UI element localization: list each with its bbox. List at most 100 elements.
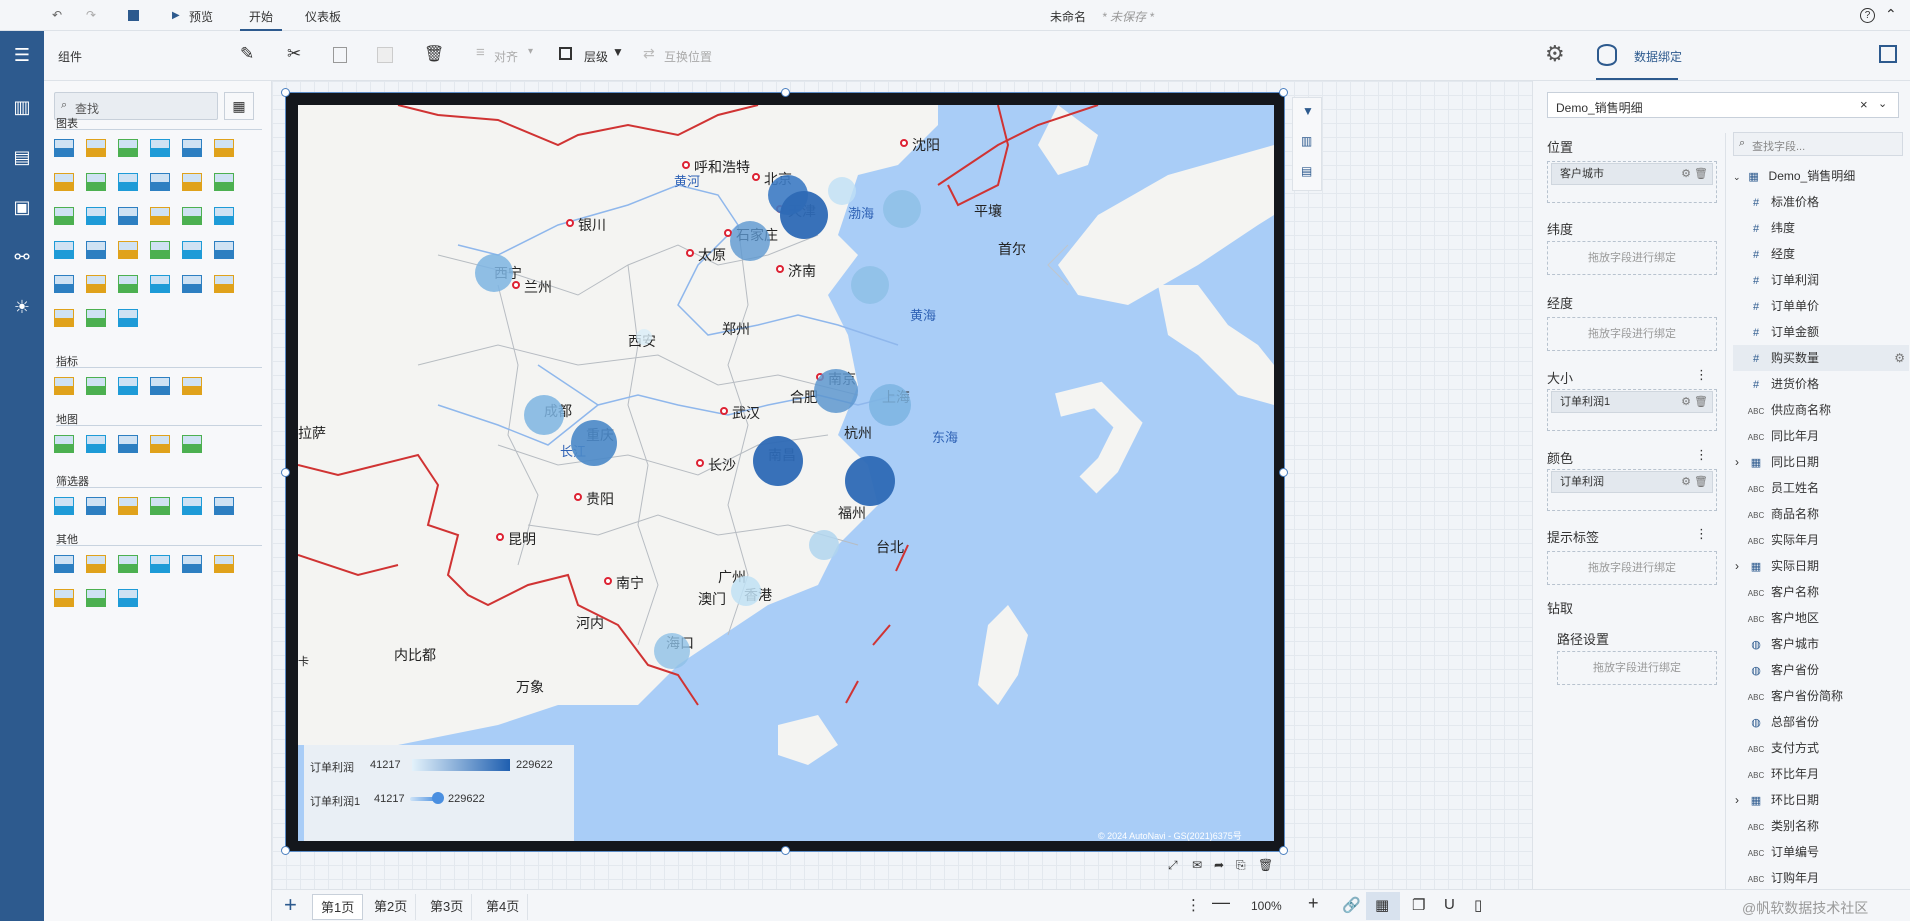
field-item[interactable]: # 订单单价 [1747, 293, 1910, 319]
field-item[interactable]: ABC 客户省份简称 [1747, 683, 1910, 709]
chip-settings-icon[interactable]: ⚙ 🗑 [1681, 164, 1708, 184]
zoom-level[interactable]: 100% [1251, 899, 1282, 913]
component-icon[interactable] [214, 497, 234, 515]
component-icon[interactable] [150, 207, 170, 225]
menu-icon[interactable]: ☰ [8, 42, 36, 68]
map-bubble[interactable] [851, 266, 889, 304]
map-bubble[interactable] [731, 576, 761, 606]
table-icon[interactable]: ▤ [1301, 164, 1312, 178]
save-icon[interactable] [128, 10, 139, 21]
field-search[interactable]: ⌕ 查找字段... [1733, 132, 1903, 156]
component-icon[interactable] [118, 555, 138, 573]
page-tab[interactable]: 第2页 [366, 894, 417, 920]
field-item[interactable]: ◍ 总部省份 [1747, 709, 1910, 735]
map-bubble[interactable] [475, 254, 513, 292]
field-item[interactable]: ABC 供应商名称 [1747, 397, 1910, 423]
map-bubble[interactable] [636, 329, 652, 345]
preview-button[interactable]: 预览 [189, 8, 213, 25]
tab-start[interactable]: 开始 [249, 8, 273, 25]
field-item[interactable]: ABC 订购年月 [1747, 865, 1910, 891]
tab-dashboard[interactable]: 仪表板 [305, 8, 341, 25]
expand-icon[interactable]: › [1735, 553, 1739, 579]
component-icon[interactable] [182, 173, 202, 191]
magnet-icon[interactable]: U [1444, 896, 1455, 913]
component-icon[interactable] [86, 241, 106, 259]
map-bubble[interactable] [730, 221, 770, 261]
chip-settings-icon[interactable]: ⚙ 🗑 [1681, 392, 1708, 412]
component-icon[interactable] [214, 555, 234, 573]
size-more-icon[interactable]: ⋮ [1695, 367, 1708, 383]
layers-icon[interactable]: ❐ [1412, 896, 1425, 914]
layer-button[interactable]: 层级 [584, 48, 608, 65]
map-bubble[interactable] [869, 384, 911, 426]
map-bubble[interactable] [780, 191, 828, 239]
chart-type-icon[interactable]: ▥ [1301, 134, 1312, 148]
chart-nav-icon[interactable]: ▥ [8, 94, 36, 120]
map-bubble[interactable] [814, 369, 858, 413]
field-item[interactable]: › ▦ 环比日期 [1735, 787, 1910, 813]
component-icon[interactable] [182, 435, 202, 453]
component-icon[interactable] [86, 207, 106, 225]
component-icon[interactable] [86, 555, 106, 573]
grid-view-icon[interactable]: ▦ [224, 92, 254, 120]
field-item[interactable]: ABC 类别名称 [1747, 813, 1910, 839]
component-icon[interactable] [150, 139, 170, 157]
mobile-icon[interactable]: ▯ [1474, 896, 1482, 914]
component-icon[interactable] [86, 275, 106, 293]
map-bubble[interactable] [524, 395, 564, 435]
bulb-nav-icon[interactable]: ☀ [8, 294, 36, 320]
field-item[interactable]: ABC 同比年月 [1747, 423, 1910, 449]
fullscreen-icon[interactable]: ⤢ [1168, 858, 1178, 873]
field-settings-icon[interactable]: ⚙ [1894, 345, 1905, 371]
dataset-select[interactable]: Demo_销售明细 × ⌄ [1547, 92, 1899, 118]
delete-icon[interactable]: 🗑 [424, 44, 444, 64]
swap-button[interactable]: 互换位置 [664, 48, 712, 65]
field-item[interactable]: ABC 支付方式 [1747, 735, 1910, 761]
component-icon[interactable] [86, 139, 106, 157]
zoom-in-icon[interactable]: + [1308, 893, 1319, 914]
link-icon[interactable]: 🔗 [1342, 896, 1361, 914]
field-item[interactable]: # 经度 [1747, 241, 1910, 267]
component-icon[interactable] [150, 497, 170, 515]
component-icon[interactable] [118, 173, 138, 191]
component-icon[interactable] [54, 497, 74, 515]
field-item[interactable]: ABC 环比年月 [1747, 761, 1910, 787]
field-item[interactable]: ABC 客户地区 [1747, 605, 1910, 631]
map-bubble[interactable] [753, 436, 803, 486]
swap-icon[interactable]: ⇄ [643, 45, 655, 62]
expand-icon[interactable]: › [1735, 449, 1739, 475]
component-icon[interactable] [118, 309, 138, 327]
add-page-icon[interactable]: + [284, 892, 297, 918]
component-icon[interactable] [182, 241, 202, 259]
component-icon[interactable] [150, 377, 170, 395]
window-nav-icon[interactable]: ▣ [8, 194, 36, 220]
cut-icon[interactable]: ✂ [287, 44, 301, 64]
component-icon[interactable] [118, 275, 138, 293]
component-icon[interactable] [182, 275, 202, 293]
field-item[interactable]: # 订单利润 [1747, 267, 1910, 293]
field-tree-root[interactable]: ⌄ ▦ Demo_销售明细 [1733, 163, 1909, 189]
clear-icon[interactable]: × [1860, 97, 1868, 112]
field-item[interactable]: # 进货价格 [1747, 371, 1910, 397]
collapse-icon[interactable]: ⌃ [1885, 6, 1897, 23]
data-binding-tab[interactable]: 数据绑定 [1634, 48, 1682, 65]
component-icon[interactable] [182, 377, 202, 395]
field-item[interactable]: ABC 客户名称 [1747, 579, 1910, 605]
component-icon[interactable] [150, 275, 170, 293]
component-icon[interactable] [182, 555, 202, 573]
map-bubble[interactable] [571, 420, 617, 466]
component-search-input[interactable]: 查找 [75, 100, 99, 117]
field-item[interactable]: # 标准价格 [1747, 189, 1910, 215]
help-icon[interactable]: ? [1860, 8, 1875, 23]
component-icon[interactable] [150, 241, 170, 259]
align-dropdown-icon[interactable]: ▾ [528, 46, 533, 57]
map-view[interactable]: 黄河渤海黄海东海长江 北京天津石家庄呼和浩特沈阳银川太原济南西宁兰州郑州西安南京… [298, 105, 1274, 841]
align-button[interactable]: 对齐 [494, 48, 518, 65]
field-item[interactable]: ABC 员工姓名 [1747, 475, 1910, 501]
component-icon[interactable] [214, 275, 234, 293]
resize-handle-w[interactable] [281, 468, 290, 477]
expand-icon[interactable]: › [1735, 787, 1739, 813]
latitude-dropzone[interactable]: 拖放字段进行绑定 [1547, 241, 1717, 275]
component-icon[interactable] [150, 555, 170, 573]
component-icon[interactable] [118, 139, 138, 157]
